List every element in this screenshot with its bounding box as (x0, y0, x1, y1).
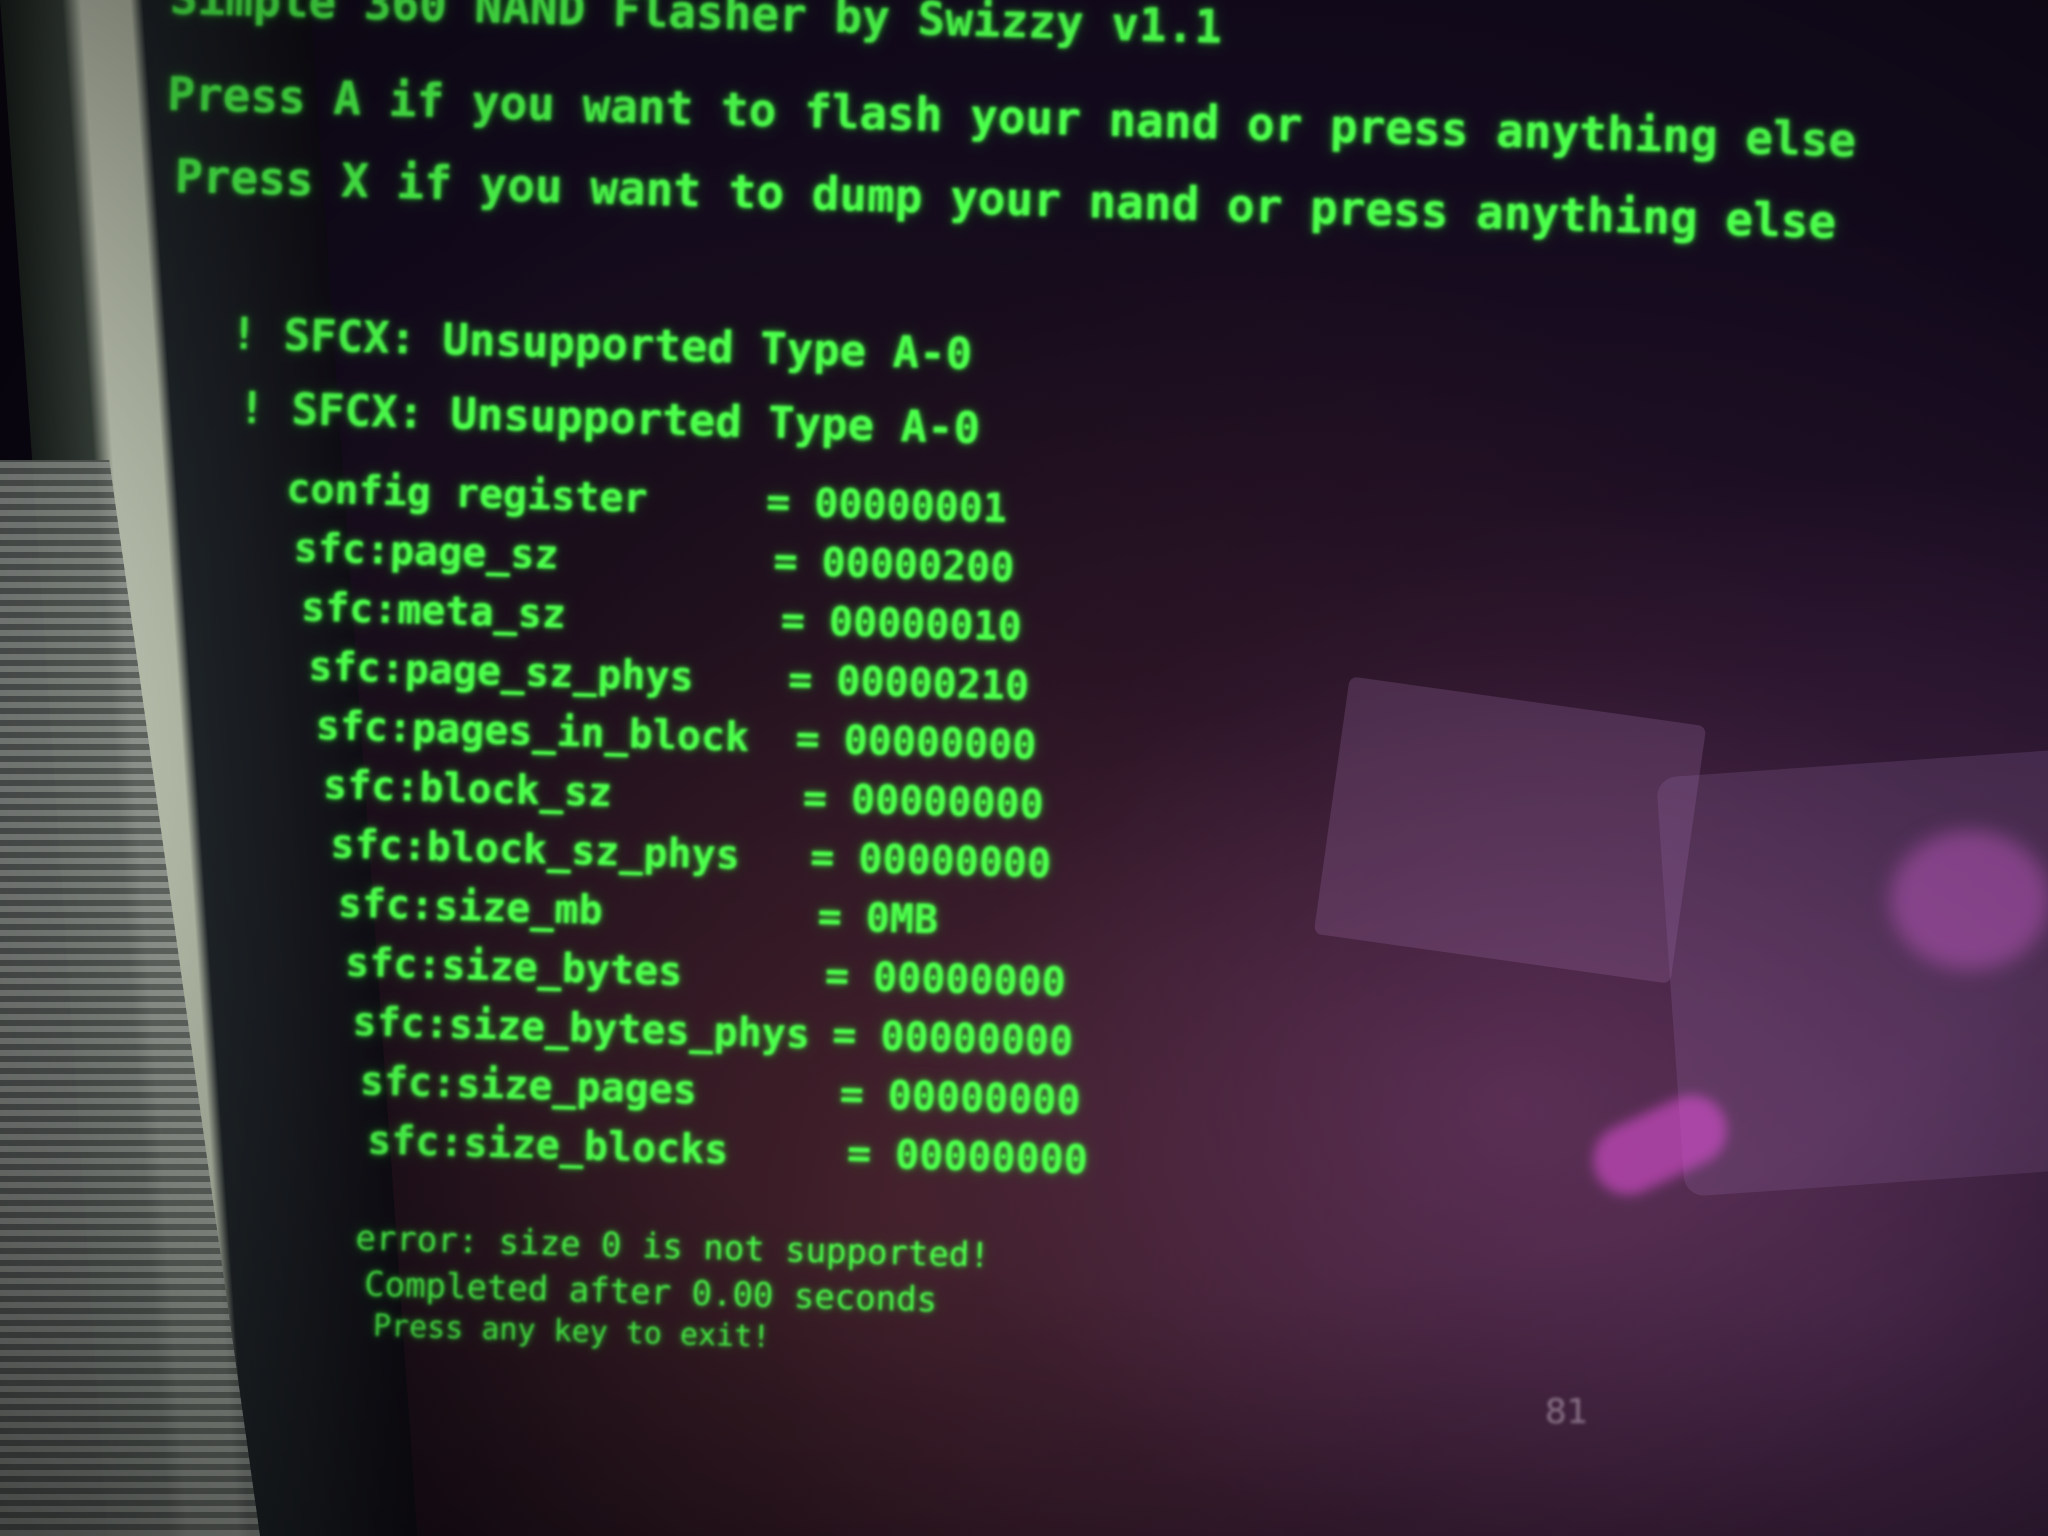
register-key: sfc:pages_in_block (315, 702, 750, 762)
register-key: sfc:size_bytes_phys (351, 999, 811, 1058)
register-value: = 00000000 (802, 775, 1045, 829)
register-key: sfc:size_mb (337, 880, 604, 934)
register-row: sfc:page_sz_phys = 00000210 (308, 644, 1030, 710)
dump-prompt: Press X if you want to dump your nand or… (174, 148, 1837, 250)
register-row: sfc:size_mb = 0MB (337, 881, 938, 944)
reflection-label: 81 (1545, 1392, 1589, 1432)
register-value: = 00000000 (794, 716, 1037, 770)
terminal-output: Simple 360 NAND Flasher by Swizzy v1.1 P… (0, 0, 2047, 1536)
register-value: = 00000210 (787, 657, 1030, 710)
register-row: sfc:block_sz_phys = 00000000 (330, 821, 1052, 887)
exit-prompt: Press any key to exit! (372, 1308, 771, 1355)
register-row: sfc:block_sz = 00000000 (323, 762, 1045, 828)
register-row: sfc:meta_sz = 00000010 (300, 584, 1022, 650)
register-key: sfc:size_bytes (344, 939, 683, 996)
register-value: = 00000001 (765, 479, 1008, 533)
register-key: sfc:size_blocks (366, 1117, 729, 1174)
register-value: = 00000000 (831, 1012, 1074, 1066)
register-row: config register = 00000001 (286, 466, 1008, 532)
register-key: sfc:block_sz (322, 762, 613, 817)
register-value: = 00000000 (839, 1071, 1082, 1125)
register-row: sfc:size_bytes_phys = 00000000 (352, 999, 1074, 1065)
register-key: sfc:page_sz (293, 525, 560, 579)
register-row: sfc:page_sz = 00000200 (293, 525, 1015, 591)
register-key: sfc:page_sz_phys (307, 643, 695, 701)
register-value: = 00000010 (780, 597, 1023, 651)
register-value: = 0MB (817, 894, 939, 944)
sfcx-error-line: ! SFCX: Unsupported Type A-0 (229, 308, 973, 381)
sfcx-error-line: ! SFCX: Unsupported Type A-0 (237, 382, 981, 455)
register-value: = 00000000 (824, 953, 1067, 1006)
register-key: sfc:size_pages (359, 1058, 698, 1114)
register-key: sfc:meta_sz (300, 584, 567, 638)
flash-prompt: Press A if you want to flash your nand o… (166, 66, 1857, 168)
register-row: sfc:size_bytes = 00000000 (345, 940, 1067, 1006)
register-row: sfc:size_blocks = 00000000 (367, 1118, 1089, 1184)
photo-of-monitor: Simple 360 NAND Flasher by Swizzy v1.1 P… (0, 0, 2048, 1536)
register-value: = 00000000 (809, 834, 1052, 888)
register-row: sfc:size_pages = 00000000 (359, 1058, 1081, 1124)
register-value: = 00000200 (772, 538, 1015, 592)
register-value: = 00000000 (846, 1130, 1089, 1184)
title-line: Simple 360 NAND Flasher by Swizzy v1.1 (169, 0, 1223, 54)
register-key: sfc:block_sz_phys (329, 821, 741, 879)
register-row: sfc:pages_in_block = 00000000 (315, 703, 1037, 769)
register-key: config register (285, 466, 649, 523)
